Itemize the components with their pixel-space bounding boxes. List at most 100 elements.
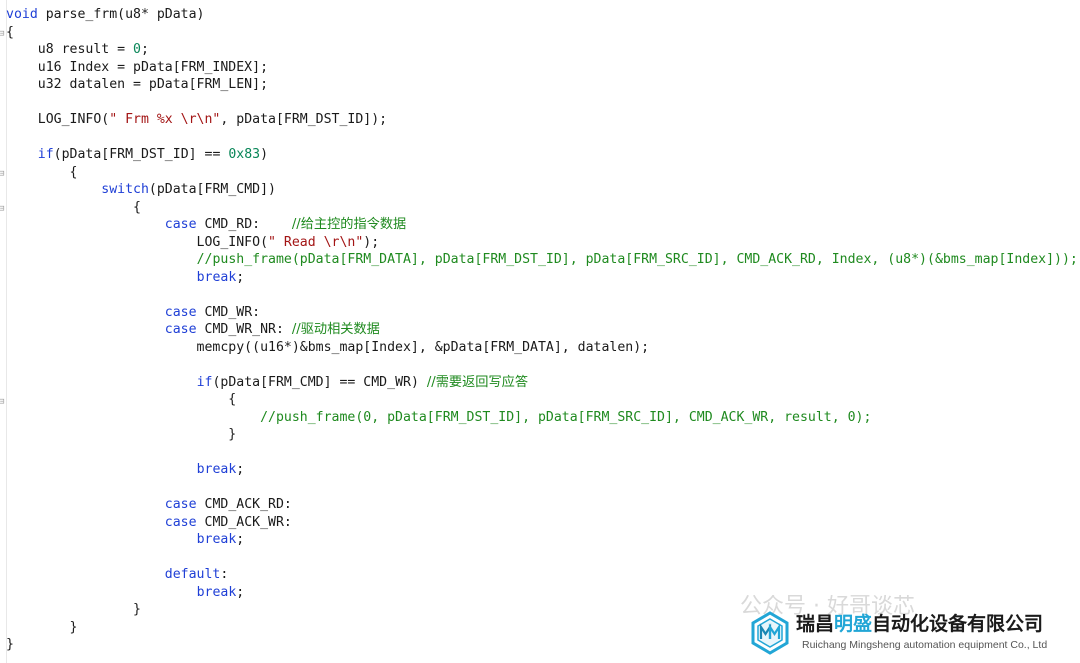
code-line[interactable]: { bbox=[6, 164, 1078, 182]
code-token: (pData[FRM_CMD] == CMD_WR) bbox=[212, 374, 427, 390]
company-name: 瑞昌明盛自动化设备有限公司 bbox=[796, 613, 1044, 635]
code-token: { bbox=[6, 164, 78, 180]
comment-token: //给主控的指令数据 bbox=[291, 217, 407, 232]
code-token: ; bbox=[236, 269, 245, 285]
comment-token: //驱动相关数据 bbox=[291, 322, 380, 337]
code-line[interactable]: { bbox=[6, 199, 1078, 217]
code-line[interactable]: ​ bbox=[6, 444, 1078, 462]
comment-token: //push_frame(pData[FRM_DATA], pData[FRM_… bbox=[196, 252, 1078, 267]
keyword-token: void bbox=[6, 7, 38, 22]
code-line[interactable]: case CMD_RD: //给主控的指令数据 bbox=[6, 216, 1078, 234]
code-token: (pData[FRM_CMD]) bbox=[148, 182, 276, 197]
code-line[interactable]: break; bbox=[6, 269, 1078, 287]
code-line[interactable]: if(pData[FRM_DST_ID] == 0x83) bbox=[6, 146, 1078, 164]
code-line[interactable]: if(pData[FRM_CMD] == CMD_WR) //需要返回写应答 bbox=[6, 374, 1078, 392]
code-token: CMD_WR: bbox=[196, 304, 261, 320]
keyword-token: case bbox=[164, 304, 197, 320]
code-line[interactable]: void parse_frm(u8* pData) bbox=[6, 6, 1078, 24]
code-token: ) bbox=[260, 147, 269, 162]
code-token: (pData[FRM_DST_ID] == bbox=[53, 147, 229, 162]
code-line[interactable]: } bbox=[6, 426, 1078, 444]
code-line[interactable]: ​ bbox=[6, 286, 1078, 304]
watermark: 公众号 · 好哥谈芯 瑞昌明盛自动化设备有限公司 Ruichang Mingsh… bbox=[740, 593, 1080, 663]
number-token: 0x83 bbox=[228, 147, 261, 162]
keyword-token: break bbox=[196, 532, 237, 547]
code-token: LOG_INFO( bbox=[6, 112, 110, 127]
keyword-token: default bbox=[164, 567, 221, 582]
code-token: memcpy((u16*)&bms_map[Index], &pData[FRM… bbox=[6, 339, 650, 355]
code-line[interactable]: case CMD_WR_NR: //驱动相关数据 bbox=[6, 321, 1078, 339]
code-line[interactable]: { bbox=[6, 24, 1078, 42]
code-line[interactable]: break; bbox=[6, 531, 1078, 549]
keyword-token: break bbox=[196, 269, 237, 285]
code-token: ; bbox=[236, 462, 245, 477]
code-line[interactable]: default: bbox=[6, 566, 1078, 584]
code-line[interactable]: //push_frame(0, pData[FRM_DST_ID], pData… bbox=[6, 409, 1078, 427]
code-token: } bbox=[6, 637, 14, 652]
keyword-token: switch bbox=[101, 182, 149, 197]
code-line[interactable]: LOG_INFO(" Read \r\n"); bbox=[6, 234, 1078, 252]
code-token: u16 Index = pData[FRM_INDEX]; bbox=[6, 59, 269, 75]
keyword-token: case bbox=[164, 497, 197, 512]
code-token: u32 datalen = pData[FRM_LEN]; bbox=[6, 77, 269, 92]
comment-token: //push_frame(0, pData[FRM_DST_ID], pData… bbox=[260, 409, 872, 425]
code-line[interactable]: ​ bbox=[6, 549, 1078, 567]
code-token: ); bbox=[363, 234, 380, 250]
code-line[interactable]: u8 result = 0; bbox=[6, 41, 1078, 59]
code-token: { bbox=[6, 24, 14, 40]
code-line[interactable]: ​ bbox=[6, 94, 1078, 112]
number-token: 0 bbox=[133, 42, 141, 57]
code-line[interactable]: ​ bbox=[6, 479, 1078, 497]
code-editor[interactable]: void parse_frm(u8* pData){ u8 result = 0… bbox=[6, 6, 1078, 654]
code-token: } bbox=[6, 602, 141, 617]
code-line[interactable]: break; bbox=[6, 461, 1078, 479]
keyword-token: if bbox=[196, 374, 213, 390]
keyword-token: break bbox=[196, 584, 237, 600]
code-line[interactable]: ​ bbox=[6, 129, 1078, 147]
hexagon-mm-logo-icon bbox=[751, 611, 789, 655]
code-line[interactable]: u32 datalen = pData[FRM_LEN]; bbox=[6, 76, 1078, 94]
code-token: ; bbox=[236, 532, 245, 547]
code-line[interactable]: { bbox=[6, 391, 1078, 409]
code-token: ; bbox=[236, 584, 245, 600]
code-line[interactable]: case CMD_ACK_WR: bbox=[6, 514, 1078, 532]
string-token: " Frm %x \r\n" bbox=[109, 112, 221, 127]
code-token: LOG_INFO( bbox=[6, 234, 269, 250]
code-line[interactable]: u16 Index = pData[FRM_INDEX]; bbox=[6, 59, 1078, 77]
code-line[interactable]: //push_frame(pData[FRM_DATA], pData[FRM_… bbox=[6, 251, 1078, 269]
code-token: : bbox=[220, 567, 229, 582]
code-token: CMD_ACK_WR: bbox=[196, 514, 292, 530]
keyword-token: break bbox=[196, 462, 237, 477]
code-line[interactable]: memcpy((u16*)&bms_map[Index], &pData[FRM… bbox=[6, 339, 1078, 357]
code-token: u8 result = bbox=[6, 42, 134, 57]
code-line[interactable]: switch(pData[FRM_CMD]) bbox=[6, 181, 1078, 199]
code-line[interactable]: case CMD_WR: bbox=[6, 304, 1078, 322]
code-token: { bbox=[6, 199, 141, 215]
code-token: CMD_WR_NR: bbox=[196, 322, 292, 337]
code-token: ; bbox=[141, 42, 149, 57]
code-line[interactable]: ​ bbox=[6, 356, 1078, 374]
keyword-token: case bbox=[164, 322, 197, 337]
comment-token: //需要返回写应答 bbox=[426, 374, 529, 390]
keyword-token: case bbox=[164, 217, 197, 232]
string-token: " Read \r\n" bbox=[268, 234, 364, 250]
code-line[interactable]: LOG_INFO(" Frm %x \r\n", pData[FRM_DST_I… bbox=[6, 111, 1078, 129]
code-token: CMD_RD: bbox=[196, 217, 292, 232]
keyword-token: if bbox=[37, 147, 54, 162]
company-name-english: Ruichang Mingsheng automation equipment … bbox=[802, 639, 1048, 651]
code-token: CMD_ACK_RD: bbox=[196, 497, 292, 512]
code-line[interactable]: case CMD_ACK_RD: bbox=[6, 496, 1078, 514]
